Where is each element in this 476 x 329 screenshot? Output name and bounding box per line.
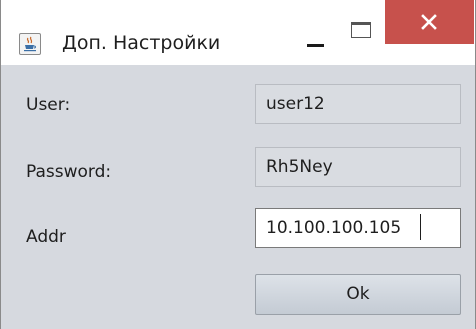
password-field[interactable]: Rh5Ney	[255, 147, 461, 187]
user-label: User:	[26, 95, 71, 115]
window-title: Доп. Настройки	[62, 32, 221, 54]
settings-dialog: Доп. Настройки User: user12 Password: Rh…	[0, 0, 476, 329]
title-bar: Доп. Настройки	[1, 0, 475, 65]
addr-label: Addr	[26, 227, 66, 247]
user-field[interactable]: user12	[255, 84, 461, 124]
ok-button[interactable]: Ok	[255, 274, 461, 315]
java-cup-icon	[19, 33, 41, 55]
addr-field[interactable]: 10.100.100.105	[255, 208, 461, 248]
minimize-button[interactable]	[293, 8, 337, 60]
maximize-button[interactable]	[341, 8, 385, 60]
close-button[interactable]	[385, 0, 474, 44]
password-label: Password:	[26, 162, 112, 182]
text-caret	[420, 214, 421, 240]
close-icon	[421, 14, 437, 30]
